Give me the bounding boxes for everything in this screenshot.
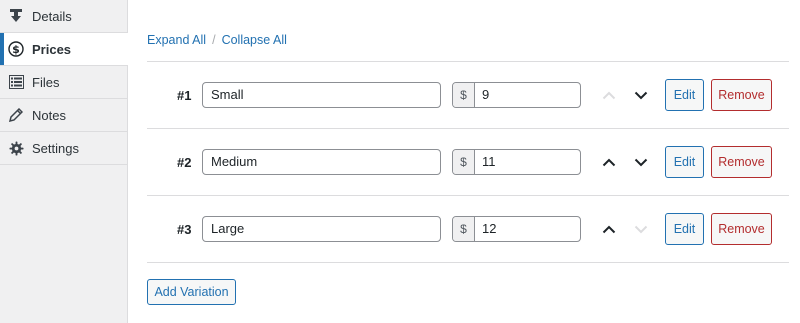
variation-row-1: #1 Small $ 9 Edit Remove	[147, 62, 789, 129]
link-separator: /	[212, 33, 216, 47]
sidebar-item-settings[interactable]: Settings	[0, 132, 127, 165]
chevron-up-icon	[602, 91, 616, 99]
move-down-button[interactable]	[632, 153, 650, 171]
variation-name-input[interactable]: Large	[202, 216, 441, 242]
expand-collapse-links: Expand All / Collapse All	[147, 33, 287, 47]
variation-row-2: #2 Medium $ 11 Edit Remove	[147, 129, 789, 196]
remove-button[interactable]: Remove	[711, 146, 772, 178]
move-down-button	[632, 220, 650, 238]
list-icon	[8, 74, 24, 90]
variation-price-field[interactable]: $ 12	[452, 216, 581, 242]
variation-price-input[interactable]: 9	[475, 83, 580, 107]
variation-price-input[interactable]: 12	[475, 217, 580, 241]
chevron-up-icon	[602, 225, 616, 233]
move-up-button[interactable]	[600, 153, 618, 171]
move-down-button[interactable]	[632, 86, 650, 104]
currency-symbol: $	[453, 150, 475, 174]
download-icon	[8, 8, 24, 24]
expand-all-link[interactable]: Expand All	[147, 33, 206, 47]
variation-price-field[interactable]: $ 11	[452, 149, 581, 175]
edit-button[interactable]: Edit	[665, 146, 704, 178]
currency-symbol: $	[453, 217, 475, 241]
chevron-down-icon	[634, 225, 648, 233]
edit-button[interactable]: Edit	[665, 79, 704, 111]
variation-name-input[interactable]: Small	[202, 82, 441, 108]
variation-row-3: #3 Large $ 12 Edit Remove	[147, 196, 789, 263]
sidebar-item-details[interactable]: Details	[0, 0, 127, 33]
currency-symbol: $	[453, 83, 475, 107]
variation-price-field[interactable]: $ 9	[452, 82, 581, 108]
remove-button[interactable]: Remove	[711, 79, 772, 111]
sidebar-item-label: Details	[32, 8, 72, 24]
add-variation-button[interactable]: Add Variation	[147, 279, 236, 305]
svg-text:$: $	[12, 43, 20, 56]
collapse-all-link[interactable]: Collapse All	[222, 33, 287, 47]
chevron-down-icon	[634, 91, 648, 99]
move-up-button[interactable]	[600, 220, 618, 238]
sidebar-item-label: Settings	[32, 140, 79, 156]
edit-button[interactable]: Edit	[665, 213, 704, 245]
sidebar-item-label: Prices	[32, 41, 72, 57]
gear-icon	[8, 140, 24, 156]
sidebar-item-label: Notes	[32, 107, 66, 123]
variation-number: #2	[177, 155, 192, 170]
variation-number: #1	[177, 88, 192, 103]
dollar-circle-icon: $	[8, 41, 24, 57]
variation-name-input[interactable]: Medium	[202, 149, 441, 175]
chevron-down-icon	[634, 158, 648, 166]
remove-button[interactable]: Remove	[711, 213, 772, 245]
move-up-button	[600, 86, 618, 104]
sidebar-item-files[interactable]: Files	[0, 66, 127, 99]
sidebar-item-label: Files	[32, 74, 60, 90]
sidebar-item-notes[interactable]: Notes	[0, 99, 127, 132]
variation-price-input[interactable]: 11	[475, 150, 580, 174]
variation-number: #3	[177, 222, 192, 237]
pencil-icon	[8, 107, 24, 123]
sidebar: Details $ Prices Files Notes Settings	[0, 0, 128, 323]
sidebar-item-prices[interactable]: $ Prices	[0, 33, 128, 66]
variations-list: #1 Small $ 9 Edit Remove #2 Medium $ 11 …	[147, 61, 789, 263]
prices-panel: Details $ Prices Files Notes Settings Ex…	[0, 0, 800, 323]
chevron-up-icon	[602, 158, 616, 166]
